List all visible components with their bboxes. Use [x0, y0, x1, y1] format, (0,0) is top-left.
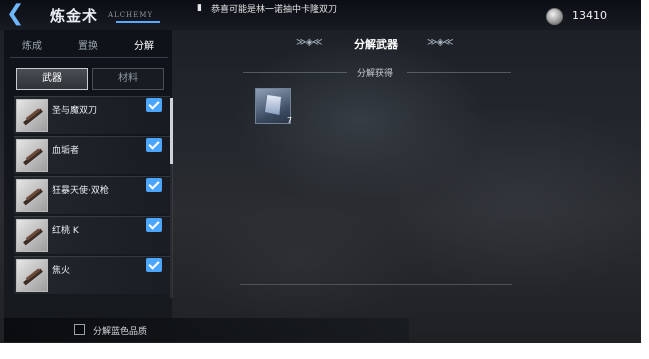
weapon-thumbnail — [16, 219, 48, 252]
broadcast-notice: 恭喜可能是林一诺抽中卡隆双刀 — [211, 5, 338, 15]
checkbox-checked[interactable] — [146, 138, 162, 152]
section-title: 分解武器 — [354, 38, 398, 51]
weapon-thumbnail — [16, 139, 48, 172]
weapon-thumbnail — [16, 179, 48, 212]
tab-decompose[interactable]: 分解 — [122, 36, 166, 58]
checkbox-checked[interactable] — [146, 178, 162, 192]
page-title: 炼金术 — [50, 7, 99, 25]
list-item[interactable]: 焦火 — [14, 256, 170, 294]
right-ornament-icon: ≫◈≪ — [427, 37, 454, 48]
speaker-icon: ▮ — [197, 3, 202, 13]
back-arrow-icon[interactable]: ❮ — [6, 3, 34, 26]
currency-value: 13410 — [572, 9, 607, 22]
weapon-name: 焦火 — [52, 266, 71, 276]
weapon-name: 血垢者 — [52, 146, 80, 156]
alchemy-screen: ❮ 炼金术 ALCHEMY ▮ 恭喜可能是林一诺抽中卡隆双刀 13410 炼成 … — [0, 0, 649, 359]
weapon-name: 狂暴天使·双枪 — [52, 186, 109, 196]
tab-refine[interactable]: 炼成 — [10, 36, 54, 58]
list-scroll-thumb[interactable] — [170, 98, 173, 164]
checkbox-checked[interactable] — [146, 258, 162, 272]
divider-left — [243, 72, 347, 73]
weapon-thumbnail — [16, 259, 48, 292]
result-count: 7 — [287, 116, 293, 125]
weapon-list: 圣与魔双刀 血垢者 狂暴天使·双枪 红桃 K 焦火 — [14, 96, 170, 296]
weapon-thumbnail — [16, 99, 48, 132]
subtab-weapons[interactable]: 武器 — [16, 68, 88, 90]
divider-right — [407, 72, 511, 73]
subtab-materials[interactable]: 材料 — [92, 68, 164, 90]
content-bottom-divider — [240, 284, 512, 285]
rewards-header: 分解获得 — [357, 69, 394, 79]
weapon-name: 红桃 K — [52, 226, 79, 236]
checkbox-checked[interactable] — [146, 98, 162, 112]
tab-exchange[interactable]: 置换 — [66, 36, 110, 58]
page-title-english: ALCHEMY — [108, 11, 154, 19]
decompose-blue-label: 分解蓝色品质 — [93, 327, 148, 337]
list-item[interactable]: 狂暴天使·双枪 — [14, 176, 170, 214]
frame-edge-bottom — [0, 343, 649, 359]
active-tab-indicator — [116, 21, 160, 23]
bottom-option-bar — [4, 318, 409, 342]
list-item[interactable]: 血垢者 — [14, 136, 170, 174]
weapon-name: 圣与魔双刀 — [52, 106, 98, 116]
coin-icon — [546, 8, 563, 25]
mode-tabs: 炼成 置换 分解 — [10, 36, 168, 58]
tabs-divider — [10, 57, 168, 58]
list-item[interactable]: 红桃 K — [14, 216, 170, 254]
decompose-blue-checkbox[interactable] — [74, 324, 85, 335]
left-ornament-icon: ≫◈≪ — [296, 37, 323, 48]
blue-gem-icon[interactable] — [255, 88, 291, 124]
list-item[interactable]: 圣与魔双刀 — [14, 96, 170, 134]
checkbox-checked[interactable] — [146, 218, 162, 232]
frame-edge-right — [641, 0, 649, 359]
